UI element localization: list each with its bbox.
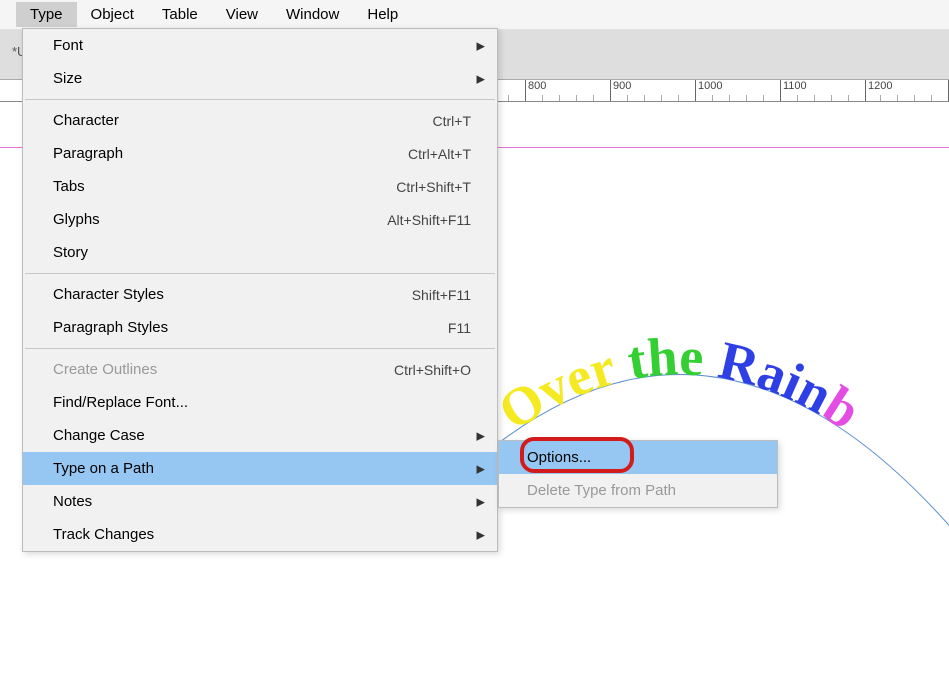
menu-view[interactable]: View <box>212 2 272 27</box>
menu-item-label: Font <box>53 37 487 54</box>
menu-window[interactable]: Window <box>272 2 353 27</box>
menu-item-label: Find/Replace Font... <box>53 394 487 411</box>
menu-item-label: Track Changes <box>53 526 487 543</box>
submenu-item-options[interactable]: Options... <box>499 441 777 474</box>
menu-item-label: Paragraph <box>53 145 408 162</box>
type-on-path-submenu: Options... Delete Type from Path <box>498 440 778 508</box>
svg-text:Over the Rainb: Over the Rainb <box>488 326 871 442</box>
submenu-arrow-icon: ▶ <box>477 528 485 541</box>
menu-item-paragraph-styles[interactable]: Paragraph StylesF11 <box>23 311 497 344</box>
menu-item-shortcut: Ctrl+Alt+T <box>408 146 487 162</box>
menu-item-label: Type on a Path <box>53 460 487 477</box>
menu-item-change-case[interactable]: Change Case▶ <box>23 419 497 452</box>
ruler-tick: 800 <box>525 80 546 101</box>
menu-item-shortcut: F11 <box>448 320 487 336</box>
menu-item-notes[interactable]: Notes▶ <box>23 485 497 518</box>
submenu-arrow-icon: ▶ <box>477 72 485 85</box>
menu-item-find-replace-font[interactable]: Find/Replace Font... <box>23 386 497 419</box>
menu-help[interactable]: Help <box>353 2 412 27</box>
menu-separator <box>25 273 495 274</box>
ruler-tick: 900 <box>610 80 631 101</box>
menu-separator <box>25 348 495 349</box>
menu-item-paragraph[interactable]: ParagraphCtrl+Alt+T <box>23 137 497 170</box>
menu-item-shortcut: Alt+Shift+F11 <box>387 212 487 228</box>
menu-item-size[interactable]: Size▶ <box>23 62 497 95</box>
menu-item-font[interactable]: Font▶ <box>23 29 497 62</box>
ruler-tick: 1000 <box>695 80 722 101</box>
ruler-tick: 1100 <box>780 80 807 101</box>
menu-item-character[interactable]: CharacterCtrl+T <box>23 104 497 137</box>
menu-item-label: Size <box>53 70 487 87</box>
menu-item-label: Glyphs <box>53 211 387 228</box>
submenu-arrow-icon: ▶ <box>477 429 485 442</box>
menu-item-shortcut: Ctrl+Shift+O <box>394 362 487 378</box>
ruler-tick: 1200 <box>865 80 892 101</box>
menu-item-shortcut: Shift+F11 <box>412 287 487 303</box>
menu-item-tabs[interactable]: TabsCtrl+Shift+T <box>23 170 497 203</box>
submenu-arrow-icon: ▶ <box>477 495 485 508</box>
menu-item-character-styles[interactable]: Character StylesShift+F11 <box>23 278 497 311</box>
menu-table[interactable]: Table <box>148 2 212 27</box>
menu-separator <box>25 99 495 100</box>
menu-item-label: Paragraph Styles <box>53 319 448 336</box>
submenu-arrow-icon: ▶ <box>477 462 485 475</box>
menu-item-label: Tabs <box>53 178 396 195</box>
type-menu-dropdown: Font▶Size▶CharacterCtrl+TParagraphCtrl+A… <box>22 28 498 552</box>
menu-item-label: Notes <box>53 493 487 510</box>
menubar: TypeObjectTableViewWindowHelp <box>0 0 949 30</box>
menu-type[interactable]: Type <box>16 2 77 27</box>
submenu-item-delete-type-from-path: Delete Type from Path <box>499 474 777 507</box>
menu-item-create-outlines: Create OutlinesCtrl+Shift+O <box>23 353 497 386</box>
menu-item-track-changes[interactable]: Track Changes▶ <box>23 518 497 551</box>
menu-item-story[interactable]: Story <box>23 236 497 269</box>
menu-item-label: Story <box>53 244 487 261</box>
menu-item-shortcut: Ctrl+Shift+T <box>396 179 487 195</box>
menu-item-label: Character <box>53 112 433 129</box>
submenu-item-label: Delete Type from Path <box>527 482 676 499</box>
menu-object[interactable]: Object <box>77 2 148 27</box>
menu-item-label: Create Outlines <box>53 361 394 378</box>
submenu-arrow-icon: ▶ <box>477 39 485 52</box>
menu-item-glyphs[interactable]: GlyphsAlt+Shift+F11 <box>23 203 497 236</box>
menu-item-shortcut: Ctrl+T <box>433 113 488 129</box>
menu-item-label: Change Case <box>53 427 487 444</box>
submenu-item-label: Options... <box>527 449 591 466</box>
menu-item-label: Character Styles <box>53 286 412 303</box>
menu-item-type-on-a-path[interactable]: Type on a Path▶ <box>23 452 497 485</box>
